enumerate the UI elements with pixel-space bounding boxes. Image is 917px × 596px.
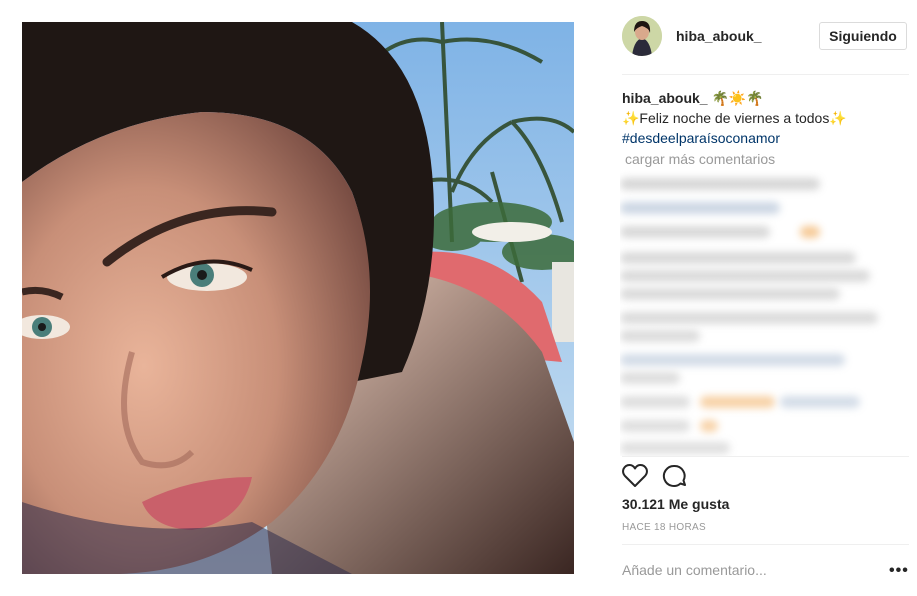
following-button[interactable]: Siguiendo (819, 22, 907, 50)
post-photo[interactable] (22, 22, 574, 574)
likes-count[interactable]: 30.121 Me gusta (622, 496, 729, 512)
comments-list-blurred (620, 170, 890, 456)
post-username[interactable]: hiba_abouk_ (676, 28, 762, 44)
caption-text: ✨Feliz noche de viernes a todos✨ (622, 110, 847, 126)
actions-divider (622, 456, 909, 457)
post-caption: hiba_abouk_ 🌴☀️🌴 ✨Feliz noche de viernes… (622, 88, 902, 148)
comment-icon[interactable] (662, 464, 688, 493)
post-timestamp: HACE 18 HORAS (622, 522, 706, 533)
load-more-comments-link[interactable]: cargar más comentarios (625, 151, 775, 167)
header-divider (622, 74, 909, 75)
caption-emoji: 🌴☀️🌴 (711, 90, 764, 106)
avatar[interactable] (622, 16, 662, 56)
instagram-post-page: hiba_abouk_ Siguiendo hiba_abouk_ 🌴☀️🌴 ✨… (0, 0, 917, 596)
heart-icon[interactable] (622, 464, 648, 493)
comment-box-divider (622, 544, 909, 545)
caption-hashtag[interactable]: #desdeelparaísoconamor (622, 130, 780, 146)
add-comment-input[interactable]: Añade un comentario... (622, 562, 767, 578)
more-options-icon[interactable]: ••• (889, 562, 909, 580)
post-header: hiba_abouk_ Siguiendo (622, 16, 916, 56)
comments-fade (620, 170, 890, 456)
caption-username[interactable]: hiba_abouk_ (622, 90, 708, 106)
post-sidebar: hiba_abouk_ Siguiendo hiba_abouk_ 🌴☀️🌴 ✨… (606, 0, 917, 596)
